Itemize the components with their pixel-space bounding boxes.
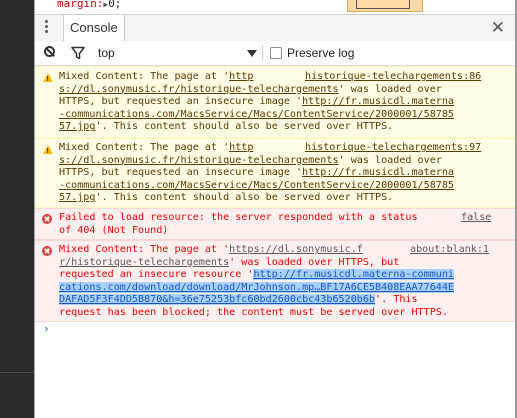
- message-link[interactable]: -communications.com/MacsService/Macs/Con…: [59, 180, 454, 191]
- warning-icon: [43, 145, 53, 158]
- message-source-link[interactable]: historique-telechargements:86: [305, 71, 481, 84]
- message-line: s://dl.sonymusic.fr/historique-telecharg…: [59, 154, 442, 166]
- message-link[interactable]: http: [229, 142, 253, 153]
- toolbar-divider: [262, 45, 263, 61]
- console-toolbar: top Preserve log: [35, 41, 515, 66]
- css-value: 0;: [108, 0, 122, 10]
- message-line: Mixed Content: The page at 'http: [59, 142, 254, 153]
- console-message-error[interactable]: Failed to load resource: the server resp…: [35, 208, 515, 240]
- error-icon: [42, 246, 52, 256]
- message-link-selected[interactable]: cations.com/download/download/MrJohnson.…: [59, 281, 455, 293]
- preserve-log-checkbox[interactable]: [270, 47, 282, 59]
- message-link[interactable]: http: [229, 71, 253, 82]
- console-message-warning[interactable]: Mixed Content: The page at 'http s://dl.…: [35, 66, 515, 138]
- message-line: HTTPS, but requested an insecure image '…: [59, 96, 455, 108]
- devtools-panel: margin:▶0; Console ✕ top Preserve log Mi…: [35, 0, 515, 418]
- message-link[interactable]: -communications.com/MacsService/Macs/Con…: [59, 109, 454, 120]
- css-margin-declaration: margin:▶0;: [57, 0, 121, 10]
- close-icon[interactable]: ✕: [491, 18, 505, 38]
- elements-styles-snippet: margin:▶0;: [35, 0, 515, 13]
- dropdown-arrow-icon: [247, 50, 257, 57]
- context-selector[interactable]: top: [95, 41, 257, 65]
- clear-console-icon[interactable]: [44, 46, 55, 57]
- message-line: Mixed Content: The page at 'https://dl.s…: [59, 244, 363, 255]
- message-link[interactable]: https://dl.sonymusic.f: [229, 244, 363, 255]
- message-source-link[interactable]: historique-telechargements:97: [305, 142, 481, 155]
- message-link-selected[interactable]: http://fr.musicdl.materna-communi: [253, 269, 455, 281]
- message-line: 57.jpg'. This content should also be ser…: [59, 121, 394, 133]
- prompt-chevron-icon: ›: [43, 322, 50, 335]
- message-line: of 404 (Not Found): [59, 224, 169, 236]
- drawer-header: Console ✕: [35, 14, 515, 42]
- console-message-error[interactable]: Mixed Content: The page at 'https://dl.s…: [35, 240, 515, 322]
- message-link[interactable]: 57.jpg: [59, 121, 95, 132]
- message-line: requested an insecure resource 'http://f…: [59, 269, 455, 281]
- filter-icon[interactable]: [70, 45, 86, 61]
- message-line: Failed to load resource: the server resp…: [59, 212, 418, 223]
- message-line: r/historique-telechargements' was loaded…: [59, 256, 400, 268]
- context-selector-value: top: [98, 46, 115, 60]
- message-source-link[interactable]: about:blank:1: [410, 244, 489, 257]
- message-link[interactable]: http://fr.musicdl.materna: [302, 96, 454, 107]
- console-prompt[interactable]: ›: [35, 319, 515, 339]
- message-line: DAFAD5F3F4DD5B870&h=36e75253bfc60bd2600c…: [59, 294, 418, 306]
- message-line: Mixed Content: The page at 'http: [59, 71, 254, 82]
- message-line: HTTPS, but requested an insecure image '…: [59, 167, 455, 179]
- error-icon: [42, 214, 52, 224]
- message-link[interactable]: 57.jpg: [59, 192, 95, 203]
- box-model-border: [356, 0, 410, 9]
- message-line: request has been blocked; the content mu…: [59, 307, 448, 318]
- more-vertical-icon[interactable]: [45, 20, 48, 36]
- preserve-log-label[interactable]: Preserve log: [287, 41, 354, 65]
- box-model-margin: [347, 0, 423, 12]
- message-link-selected[interactable]: DAFAD5F3F4DD5B870&h=36e75253bfc60bd2600c…: [59, 294, 376, 306]
- message-link[interactable]: http://fr.musicdl.materna: [302, 167, 454, 178]
- console-message-warning[interactable]: Mixed Content: The page at 'http s://dl.…: [35, 138, 515, 208]
- message-line: -communications.com/MacsService/Macs/Con…: [59, 109, 454, 122]
- message-link[interactable]: s://dl.sonymusic.fr/historique-telecharg…: [59, 155, 339, 166]
- css-property: margin:: [57, 0, 104, 10]
- message-link[interactable]: r/historique-telechargements: [59, 257, 229, 268]
- tab-console[interactable]: Console: [63, 15, 125, 41]
- message-line: cations.com/download/download/MrJohnson.…: [59, 281, 455, 295]
- message-source-link[interactable]: false: [461, 212, 491, 225]
- left-page-strip: [0, 0, 34, 418]
- message-line: 57.jpg'. This content should also be ser…: [59, 192, 394, 204]
- message-line: s://dl.sonymusic.fr/historique-telecharg…: [59, 83, 442, 95]
- warning-icon: [43, 73, 53, 86]
- message-line: -communications.com/MacsService/Macs/Con…: [59, 180, 454, 193]
- message-link[interactable]: s://dl.sonymusic.fr/historique-telecharg…: [59, 84, 339, 95]
